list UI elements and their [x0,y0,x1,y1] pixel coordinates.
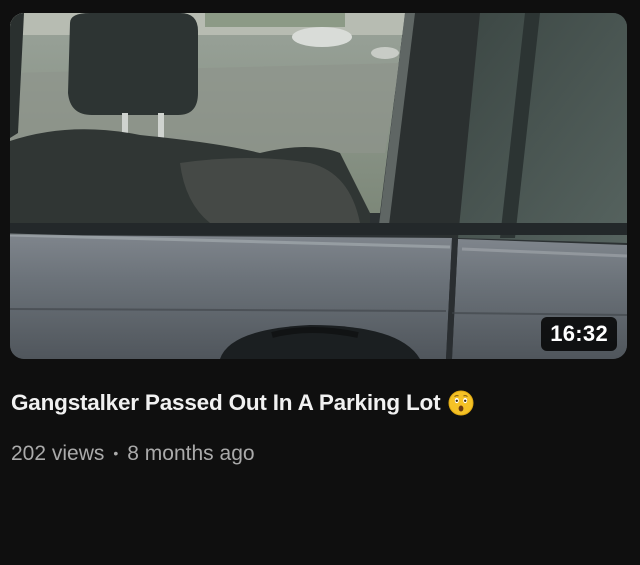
video-thumbnail[interactable]: 16:32 [10,13,627,359]
video-metadata: 202 views • 8 months ago [11,438,255,470]
title-row[interactable]: Gangstalker Passed Out In A Parking Lot [11,386,621,420]
video-title[interactable]: Gangstalker Passed Out In A Parking Lot [11,386,441,420]
upload-age: 8 months ago [127,442,255,465]
thumbnail-image [10,13,627,359]
meta-separator: • [113,445,119,461]
duration-badge: 16:32 [541,317,617,351]
view-count: 202 views [11,442,105,465]
video-card[interactable]: 16:32 Gangstalker Passed Out In A Parkin… [0,0,640,565]
astonished-face-icon [448,390,474,416]
